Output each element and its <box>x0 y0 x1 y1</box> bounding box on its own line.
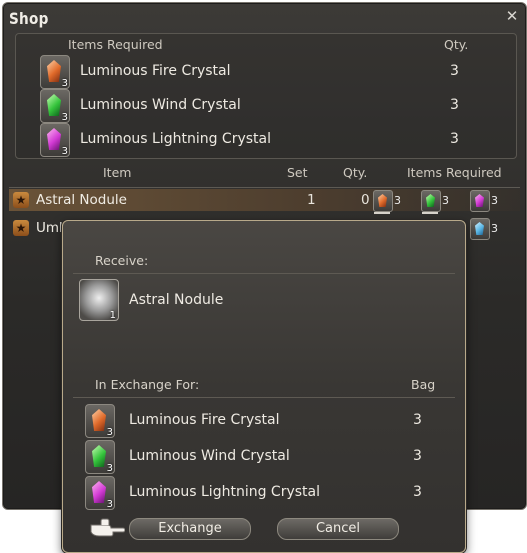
fire-crystal-icon <box>373 190 393 212</box>
divider <box>9 187 520 188</box>
exchange-item-name: Luminous Fire Crystal <box>129 412 280 428</box>
exchange-dialog: Receive: 1 Astral Nodule In Exchange For… <box>62 220 466 553</box>
exchange-row: 3 Luminous Wind Crystal 3 <box>85 439 445 474</box>
pointing-hand-icon <box>90 518 125 537</box>
lightning-crystal-icon: 3 <box>85 476 115 510</box>
shop-item-qty: 0 <box>361 192 370 208</box>
fire-crystal-icon: 3 <box>85 404 115 438</box>
exchange-button[interactable]: Exchange <box>129 518 251 540</box>
astral-nodule-icon: 1 <box>79 279 119 321</box>
required-item-name: Luminous Lightning Crystal <box>80 131 271 147</box>
exchange-item-bag: 3 <box>413 484 422 500</box>
qty-header: Qty. <box>444 37 469 52</box>
required-item-name: Luminous Fire Crystal <box>80 63 231 79</box>
wind-crystal-icon <box>421 190 441 212</box>
items-required-header: Items Required <box>68 37 163 52</box>
exchange-row: 3 Luminous Fire Crystal 3 <box>85 403 445 438</box>
close-icon[interactable]: ✕ <box>502 6 522 26</box>
exchange-label: In Exchange For: <box>95 377 200 392</box>
window-title: Shop <box>9 9 49 28</box>
required-row: 3 Luminous Lightning Crystal 3 <box>40 122 510 157</box>
exchange-item-bag: 3 <box>413 412 422 428</box>
required-row: 3 Luminous Fire Crystal 3 <box>40 54 510 89</box>
lightning-crystal-icon: 3 <box>40 123 70 157</box>
column-qty: Qty. <box>343 165 368 180</box>
exchange-row: 3 Luminous Lightning Crystal 3 <box>85 475 445 510</box>
exchange-section-header: In Exchange For: Bag <box>73 375 455 398</box>
receive-item-name: Astral Nodule <box>129 292 224 308</box>
lightning-crystal-icon <box>470 190 490 212</box>
exchange-item-name: Luminous Lightning Crystal <box>129 484 320 500</box>
column-item: Item <box>103 165 132 180</box>
exchange-item-bag: 3 <box>413 448 422 464</box>
items-required-panel: Items Required Qty. 3 Luminous Fire Crys… <box>15 33 517 159</box>
fire-crystal-icon: 3 <box>40 55 70 89</box>
receive-section-header: Receive: <box>73 251 455 274</box>
star-icon: ★ <box>13 220 29 236</box>
shop-list-item-astral-nodule[interactable]: ★ Astral Nodule 1 0 3 3 3 <box>9 189 520 214</box>
required-item-qty: 3 <box>450 131 459 147</box>
wind-crystal-icon: 3 <box>85 440 115 474</box>
required-item-qty: 3 <box>450 63 459 79</box>
wind-crystal-icon: 3 <box>40 89 70 123</box>
required-item-qty: 3 <box>450 97 459 113</box>
required-item-name: Luminous Wind Crystal <box>80 97 241 113</box>
shop-item-name: Astral Nodule <box>36 192 127 208</box>
cancel-button[interactable]: Cancel <box>277 518 399 540</box>
ice-crystal-icon <box>470 218 490 240</box>
required-row: 3 Luminous Wind Crystal 3 <box>40 88 510 123</box>
receive-label: Receive: <box>95 253 149 268</box>
column-items-required: Items Required <box>407 165 502 180</box>
exchange-item-name: Luminous Wind Crystal <box>129 448 290 464</box>
column-set: Set <box>287 165 308 180</box>
bag-label: Bag <box>411 377 436 392</box>
shop-item-set: 1 <box>307 192 316 208</box>
star-icon: ★ <box>13 192 29 208</box>
